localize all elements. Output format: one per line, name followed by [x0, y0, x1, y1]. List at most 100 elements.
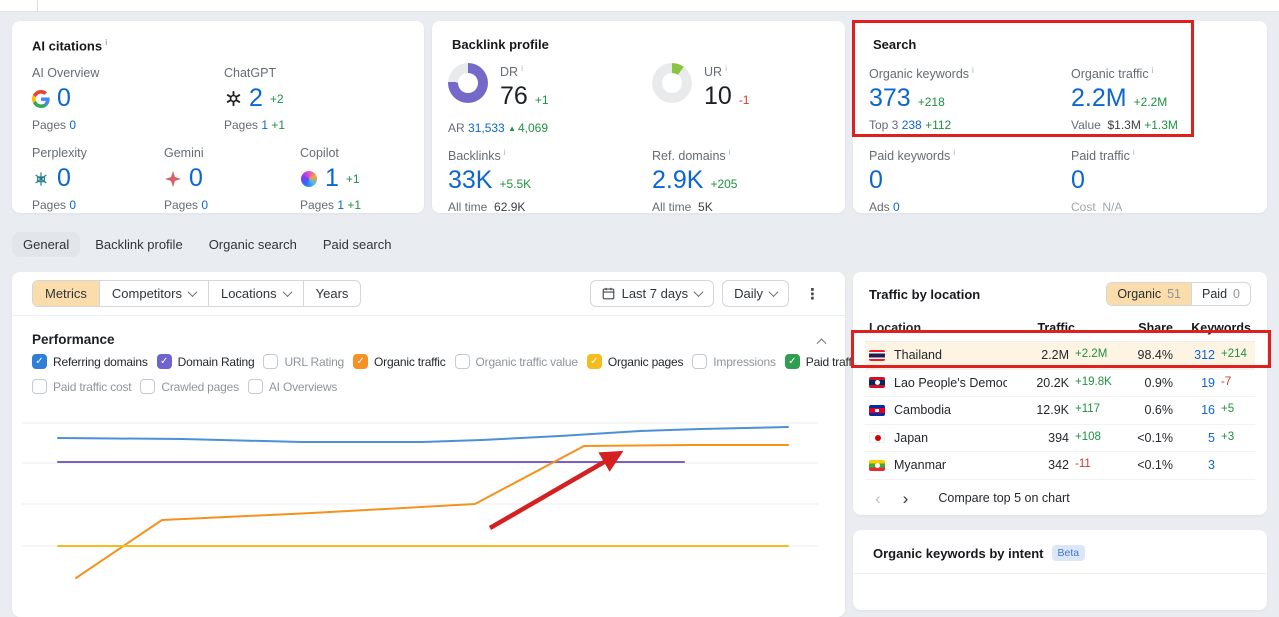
date-range-button[interactable]: Last 7 days [589, 280, 715, 307]
metric-checkbox-paid-traffic[interactable]: ✓ Paid traffic [784, 354, 860, 369]
chatgpt-metric: ChatGPT 2 +2 Pages 1 +1 [224, 66, 286, 132]
more-options-button[interactable]: ⋮ [797, 283, 829, 305]
checkbox-unchecked-icon [692, 354, 708, 369]
collapse-section-button[interactable] [814, 328, 829, 351]
location-row-thailand[interactable]: Thailand 2.2M +2.2M 98.4% 312 +214 [865, 342, 1255, 370]
location-row-lao[interactable]: Lao People's Democratic Reput20.2K+19.8K… [865, 370, 1255, 397]
chatgpt-value[interactable]: 2 [249, 86, 263, 111]
gemini-metric: Gemini 0 Pages 0 [164, 146, 209, 212]
metric-checkbox-organic-traffic-value[interactable]: Organic traffic value [454, 354, 578, 369]
pages-count[interactable]: 1 [261, 118, 268, 132]
organic-paid-toggle: Organic 51 Paid 0 [1106, 282, 1251, 306]
location-row-japan[interactable]: Japan 394 +108 <0.1% 5 +3 [865, 425, 1255, 452]
metric-checkbox-domain-rating[interactable]: ✓ Domain Rating [156, 354, 255, 369]
th-flag-icon [869, 349, 885, 361]
tab-organic-search[interactable]: Organic search [198, 232, 308, 257]
metric-label: Organic traffic [374, 354, 446, 369]
perplexity-value[interactable]: 0 [57, 166, 71, 191]
kh-flag-icon [869, 404, 885, 416]
metric-label: AI Overviews [268, 379, 338, 394]
metric-checkbox-crawled-pages[interactable]: Crawled pages [140, 379, 239, 394]
location-row-cambodia[interactable]: Cambodia 12.9K +117 0.6% 16 +5 [865, 397, 1255, 425]
metric-checkbox-impressions[interactable]: Impressions [692, 354, 776, 369]
perplexity-metric: Perplexity 0 Pages 0 [32, 146, 87, 212]
keywords-link[interactable]: 312 [1194, 348, 1215, 362]
tab-backlink-profile[interactable]: Backlink profile [84, 232, 193, 257]
segment-locations[interactable]: Locations [209, 281, 304, 306]
metric-checkbox-url-rating[interactable]: URL Rating [263, 354, 344, 369]
chevron-up-icon [816, 338, 827, 349]
mm-flag-icon [869, 459, 885, 471]
pages-count[interactable]: 0 [69, 118, 76, 132]
paid-traffic-value[interactable]: 0 [1071, 168, 1085, 193]
checkbox-checked-icon: ✓ [353, 354, 369, 369]
ahrefs-rank: AR 31,533 4,069 [448, 121, 548, 135]
compare-top5-link[interactable]: Compare top 5 on chart [938, 491, 1069, 505]
location-name: Japan [894, 430, 929, 445]
chatgpt-icon [224, 90, 242, 108]
location-name: Lao People's Democratic Reput [894, 375, 1007, 390]
pages-count[interactable]: 0 [69, 198, 76, 212]
metric-checkbox-organic-traffic[interactable]: ✓ Organic traffic [353, 354, 446, 369]
ai-overview-value[interactable]: 0 [57, 86, 71, 111]
ref-domains-metric: Ref. domains 2.9K+205 All time 5K [652, 147, 737, 214]
google-g-icon [32, 89, 50, 108]
checkbox-checked-icon: ✓ [156, 354, 172, 369]
backlinks-value[interactable]: 33K [448, 168, 492, 193]
location-row-myanmar[interactable]: Myanmar 342 -11 <0.1% 3 [865, 452, 1255, 480]
chevron-down-icon [187, 287, 198, 298]
pages-count[interactable]: 1 [337, 198, 344, 212]
performance-line-chart [22, 422, 818, 579]
metric-label: Domain Rating [177, 354, 255, 369]
organic-keywords-value[interactable]: 373 [869, 86, 911, 111]
segment-years[interactable]: Years [304, 281, 361, 306]
keywords-link[interactable]: 19 [1201, 376, 1215, 390]
ai-citations-card: AI citations AI Overview 0 Pages 0 ChatG… [12, 21, 424, 213]
beta-badge: Beta [1051, 545, 1086, 561]
backlink-profile-card: Backlink profile DR 76+1 AR 31,533 4,069… [432, 21, 845, 214]
keywords-link[interactable]: 3 [1208, 458, 1215, 472]
granularity-button[interactable]: Daily [722, 280, 789, 307]
backlink-profile-title: Backlink profile [452, 37, 549, 52]
metric-checkbox-referring-domains[interactable]: ✓ Referring domains [32, 354, 148, 369]
toggle-paid[interactable]: Paid 0 [1192, 283, 1250, 305]
metric-label: Organic traffic value [475, 354, 578, 369]
metric-checkbox-organic-pages[interactable]: ✓ Organic pages [586, 354, 683, 369]
keywords-link[interactable]: 16 [1201, 403, 1215, 417]
ur-donut-gauge [652, 63, 692, 103]
domain-rating-gauge: DR 76+1 [448, 63, 549, 109]
copilot-metric: Copilot 1 +1 Pages 1 +1 [300, 146, 362, 212]
organic-traffic-metric: Organic traffic 2.2M+2.2M Value $1.3M +1… [1071, 65, 1178, 132]
metric-checkbox-paid-traffic-cost[interactable]: Paid traffic cost [32, 379, 132, 394]
chevron-down-icon [768, 287, 779, 298]
jp-flag-icon [869, 432, 885, 444]
segment-competitors[interactable]: Competitors [100, 281, 209, 306]
organic-traffic-value[interactable]: 2.2M [1071, 86, 1127, 111]
location-table-header: Location Traffic Share Keywords [865, 314, 1255, 342]
metric-checkbox-ai-overviews[interactable]: AI Overviews [247, 379, 338, 394]
keywords-link[interactable]: 5 [1208, 431, 1215, 445]
prev-page-button[interactable]: ‹ [869, 490, 887, 507]
tab-general[interactable]: General [12, 232, 81, 257]
paid-keywords-value[interactable]: 0 [869, 168, 883, 193]
metric-label: Impressions [713, 354, 776, 369]
segment-metrics[interactable]: Metrics [33, 281, 100, 306]
toggle-organic[interactable]: Organic 51 [1107, 283, 1193, 305]
tab-paid-search[interactable]: Paid search [312, 232, 403, 257]
search-card: Search Organic keywords 373+218 Top 3 23… [853, 21, 1267, 214]
next-page-button[interactable]: › [897, 490, 915, 507]
divider [37, 0, 38, 12]
ref-domains-value[interactable]: 2.9K [652, 168, 703, 193]
metric-label: Referring domains [53, 354, 148, 369]
traffic-by-location-title: Traffic by location [869, 286, 981, 302]
pages-count[interactable]: 0 [201, 198, 208, 212]
copilot-icon [300, 170, 318, 188]
copilot-value[interactable]: 1 [325, 166, 339, 191]
perplexity-icon [32, 170, 50, 188]
calendar-icon [602, 287, 614, 300]
keywords-by-intent-title: Organic keywords by intent [873, 545, 1044, 561]
gemini-value[interactable]: 0 [189, 166, 203, 191]
checkbox-unchecked-icon [247, 379, 263, 394]
location-name: Myanmar [894, 458, 947, 473]
metric-label: Paid traffic [805, 354, 860, 369]
